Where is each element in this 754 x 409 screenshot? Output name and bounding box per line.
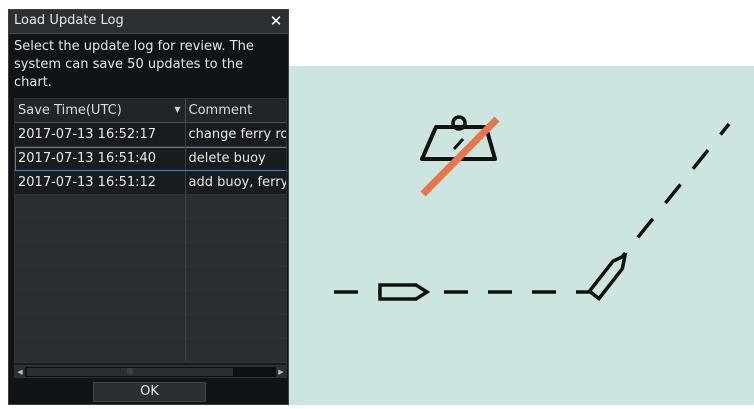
empty-cell: [185, 218, 286, 243]
cell-comment[interactable]: delete buoy: [185, 146, 286, 171]
empty-cell: [185, 314, 286, 339]
empty-cell: [185, 194, 286, 219]
empty-cell: [15, 266, 186, 291]
close-icon[interactable]: ✕: [268, 13, 284, 29]
empty-cell: [185, 242, 286, 267]
cell-comment[interactable]: change ferry route: [185, 122, 286, 147]
empty-cell: [185, 290, 286, 315]
scrollbar-thumb[interactable]: |||: [27, 368, 233, 376]
load-update-log-dialog: Load Update Log ✕ Select the update log …: [8, 9, 289, 405]
update-log-table: Save Time(UTC) ▼ Comment 2017-07-13 16:5…: [14, 98, 287, 366]
column-header-save-time[interactable]: Save Time(UTC) ▼: [15, 99, 186, 123]
column-header-label: Save Time(UTC): [18, 103, 122, 118]
table-header-row: Save Time(UTC) ▼ Comment: [15, 99, 286, 123]
chart-view[interactable]: [289, 66, 754, 405]
ok-button[interactable]: OK: [93, 382, 206, 402]
dialog-title: Load Update Log: [14, 13, 124, 28]
empty-cell: [15, 290, 186, 315]
table-row[interactable]: 2017-07-13 16:51:40 delete buoy: [15, 146, 286, 171]
column-header-label: Comment: [188, 103, 253, 118]
empty-row: [15, 242, 286, 267]
empty-cell: [15, 242, 186, 267]
chart-canvas: [334, 115, 731, 302]
sort-down-icon[interactable]: ▼: [174, 105, 180, 114]
ship-icon: [587, 252, 628, 302]
scroll-left-icon[interactable]: ◀: [15, 367, 25, 377]
empty-cell: [15, 314, 186, 339]
empty-cell: [185, 266, 286, 291]
empty-row: [15, 290, 286, 315]
table-row[interactable]: 2017-07-13 16:52:17 change ferry route: [15, 122, 286, 147]
empty-cell: [185, 338, 286, 363]
cell-save-time[interactable]: 2017-07-13 16:51:12: [15, 170, 186, 195]
empty-row: [15, 218, 286, 243]
instruction-text: Select the update log for review. The sy…: [14, 39, 254, 90]
ferry-route-line: [444, 122, 731, 294]
deleted-buoy-icon[interactable]: [420, 115, 500, 197]
empty-cell: [15, 194, 186, 219]
column-header-comment[interactable]: Comment: [185, 99, 286, 123]
table-row[interactable]: 2017-07-13 16:51:12 add buoy, ferry: [15, 170, 286, 195]
cell-comment[interactable]: add buoy, ferry: [185, 170, 286, 195]
cell-save-time[interactable]: 2017-07-13 16:51:40: [15, 146, 186, 171]
scroll-right-icon[interactable]: ▶: [276, 367, 286, 377]
empty-row: [15, 338, 286, 363]
empty-row: [15, 314, 286, 339]
empty-cell: [15, 218, 186, 243]
empty-cell: [15, 338, 186, 363]
horizontal-scrollbar[interactable]: ◀ ||| ▶: [14, 366, 287, 378]
ship-icon: [378, 283, 431, 301]
empty-row: [15, 266, 286, 291]
cell-save-time[interactable]: 2017-07-13 16:52:17: [15, 122, 186, 147]
empty-row: [15, 194, 286, 219]
grip-icon: |||: [127, 368, 134, 375]
dialog-titlebar: Load Update Log ✕: [9, 10, 288, 34]
